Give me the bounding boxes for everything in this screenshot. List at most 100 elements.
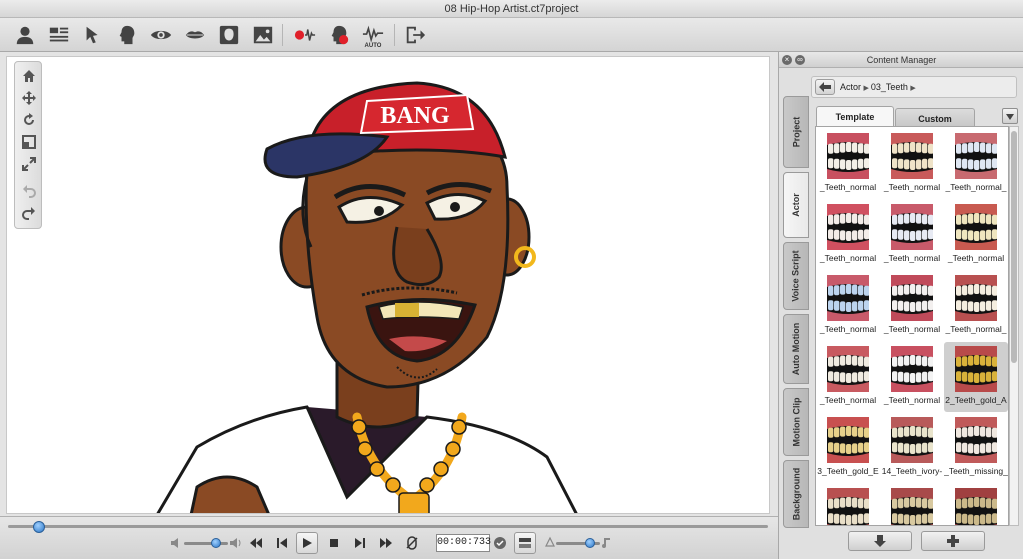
- cap-text: BANG: [380, 103, 450, 129]
- teeth-item-label: 2_Teeth_gold_A: [945, 395, 1007, 405]
- teeth-thumbnail: [891, 204, 933, 250]
- teeth-item[interactable]: _Teeth_normal: [880, 271, 944, 341]
- record-audio-icon[interactable]: [292, 22, 318, 48]
- content-grid: _Teeth_normal _Teeth_normal _Teeth_normal_…: [815, 126, 1009, 526]
- teeth-item[interactable]: _Teeth_normal: [880, 129, 944, 199]
- tab-label: Background: [791, 467, 802, 521]
- teeth-thumbnail: [891, 133, 933, 179]
- music-note-icon: [596, 533, 616, 553]
- teeth-item[interactable]: [944, 484, 1008, 525]
- tab-custom[interactable]: Custom: [895, 108, 975, 126]
- breadcrumb-item[interactable]: Actor: [840, 82, 861, 92]
- teeth-thumbnail: [955, 204, 997, 250]
- tab-label: Motion Clip: [791, 397, 801, 447]
- scale-icon[interactable]: [19, 132, 39, 152]
- teeth-item-label: _Teeth_normal: [819, 395, 877, 405]
- record-face-icon[interactable]: [326, 22, 352, 48]
- loop-off-icon[interactable]: [402, 533, 422, 553]
- teeth-item-label: _Teeth_missing_: [944, 466, 1008, 476]
- teeth-item-label: _Teeth_normal: [883, 395, 941, 405]
- previous-frame-icon[interactable]: [272, 533, 292, 553]
- teeth-thumbnail: [827, 488, 869, 525]
- breadcrumb-path: Actor ▶ 03_Teeth ▶: [840, 77, 916, 99]
- rotate-icon[interactable]: [19, 110, 39, 130]
- teeth-item-label: _Teeth_normal_: [945, 182, 1007, 192]
- stop-icon[interactable]: [324, 533, 344, 553]
- home-icon[interactable]: [19, 66, 39, 86]
- play-button[interactable]: [296, 532, 318, 554]
- teeth-item[interactable]: _Teeth_normal_: [944, 129, 1008, 199]
- timeline-playhead[interactable]: [33, 521, 45, 533]
- actor-icon[interactable]: [12, 22, 38, 48]
- timeline-view-button[interactable]: [514, 532, 536, 554]
- auto-audio-icon[interactable]: AUTO: [360, 22, 386, 49]
- teeth-item[interactable]: _Teeth_normal: [816, 271, 880, 341]
- next-frame-icon[interactable]: [350, 533, 370, 553]
- teeth-thumbnail: [891, 417, 933, 463]
- teeth-item[interactable]: _Teeth_normal: [816, 342, 880, 412]
- breadcrumb-arrow-icon: ▶: [910, 85, 916, 92]
- teeth-item[interactable]: 3_Teeth_gold_E: [816, 413, 880, 483]
- speed-thumb[interactable]: [585, 538, 595, 548]
- content-scrollbar[interactable]: [1009, 126, 1019, 526]
- teeth-item[interactable]: _Teeth_missing_: [944, 413, 1008, 483]
- scrollbar-thumb[interactable]: [1011, 131, 1017, 363]
- move-icon[interactable]: [19, 88, 39, 108]
- tab-template[interactable]: Template: [816, 106, 894, 126]
- clock-icon[interactable]: [490, 533, 510, 553]
- content-manager-title: × ∞ Content Manager: [779, 52, 1023, 68]
- image-icon[interactable]: [250, 22, 276, 48]
- face-frame-icon[interactable]: [216, 22, 242, 48]
- timeline-view-icon: [519, 538, 531, 548]
- teeth-item[interactable]: _Teeth_normal: [880, 200, 944, 270]
- teeth-item[interactable]: 14_Teeth_ivory-: [880, 413, 944, 483]
- tab-auto-motion[interactable]: Auto Motion: [783, 314, 809, 384]
- rewind-icon[interactable]: [246, 533, 266, 553]
- eye-icon[interactable]: [148, 22, 174, 48]
- breadcrumb-item[interactable]: 03_Teeth: [871, 82, 908, 92]
- teeth-item[interactable]: _Teeth_normal: [944, 200, 1008, 270]
- teeth-thumbnail: [827, 346, 869, 392]
- add-button[interactable]: [921, 531, 985, 551]
- teeth-item[interactable]: _Teeth_normal: [816, 129, 880, 199]
- redo-icon[interactable]: [19, 202, 39, 222]
- tab-label: Project: [791, 116, 802, 148]
- scene-icon[interactable]: [46, 22, 72, 48]
- tab-actor[interactable]: Actor: [783, 172, 809, 238]
- tab-background[interactable]: Background: [783, 460, 809, 528]
- head-icon[interactable]: [114, 22, 140, 48]
- undo-icon[interactable]: [19, 180, 39, 200]
- timeline-track[interactable]: [8, 525, 768, 528]
- teeth-item[interactable]: _Teeth_normal_: [944, 271, 1008, 341]
- fit-icon[interactable]: [19, 154, 39, 174]
- close-icon[interactable]: ×: [782, 55, 792, 65]
- tab-voice-script[interactable]: Voice Script: [783, 242, 809, 310]
- app-window: 08 Hip-Hop Artist.ct7project AUTO BANG 0…: [0, 0, 1023, 559]
- apply-down-button[interactable]: [848, 531, 912, 551]
- toolbar-separator: [394, 24, 395, 46]
- timecode-display[interactable]: 00:00:733: [436, 534, 491, 552]
- tab-motion-clip[interactable]: Motion Clip: [783, 388, 809, 456]
- back-button[interactable]: [815, 79, 835, 95]
- tab-project[interactable]: Project: [783, 96, 809, 168]
- teeth-item-label: 14_Teeth_ivory-: [881, 466, 943, 476]
- character-artwork: BANG: [156, 81, 578, 513]
- detach-icon[interactable]: ∞: [795, 55, 805, 65]
- teeth-item[interactable]: [880, 484, 944, 525]
- stage-canvas[interactable]: BANG: [6, 56, 770, 514]
- export-icon[interactable]: [402, 22, 428, 48]
- teeth-item[interactable]: 2_Teeth_gold_A: [944, 342, 1008, 412]
- pointer-icon[interactable]: [80, 22, 106, 48]
- teeth-item[interactable]: _Teeth_normal: [816, 200, 880, 270]
- options-dropdown-button[interactable]: [1002, 108, 1018, 124]
- teeth-thumbnail: [891, 275, 933, 321]
- panel-title: Content Manager: [866, 55, 937, 65]
- fast-forward-icon[interactable]: [376, 533, 396, 553]
- teeth-item[interactable]: [816, 484, 880, 525]
- volume-thumb[interactable]: [211, 538, 221, 548]
- teeth-item[interactable]: _Teeth_normal: [880, 342, 944, 412]
- lips-icon[interactable]: [182, 22, 208, 48]
- volume-slider[interactable]: [184, 542, 228, 545]
- teeth-item-label: _Teeth_normal_: [945, 324, 1007, 334]
- teeth-item-label: _Teeth_normal: [947, 253, 1005, 263]
